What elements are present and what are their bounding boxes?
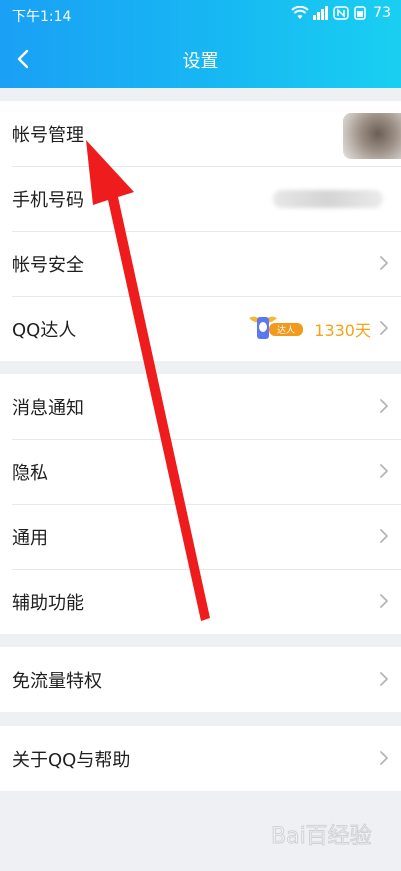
status-time: 下午1:14 xyxy=(12,9,72,25)
settings-item-label: 帐号安全 xyxy=(12,254,84,276)
status-bar: 下午1:14 73 xyxy=(0,0,401,30)
settings-item-about[interactable]: 关于QQ与帮助 xyxy=(0,726,401,791)
settings-item-security[interactable]: 帐号安全 xyxy=(0,231,401,296)
settings-item-account-manage[interactable]: 帐号管理 xyxy=(0,101,401,166)
qq-expert-days: 1330天 xyxy=(314,321,371,340)
avatar xyxy=(343,113,401,159)
settings-item-general[interactable]: 通用 xyxy=(0,504,401,569)
settings-item-label: 免流量特权 xyxy=(12,670,102,692)
chevron-right-icon xyxy=(380,594,388,608)
settings-item-label: 帐号管理 xyxy=(12,124,84,146)
battery-icon xyxy=(354,6,366,20)
qq-expert-badge-icon: 达人 xyxy=(249,316,303,339)
watermark-text: Bai百经验 xyxy=(271,824,372,849)
settings-item-notifications[interactable]: 消息通知 xyxy=(0,374,401,439)
settings-item-label: 通用 xyxy=(12,527,48,549)
settings-group-about: 关于QQ与帮助 xyxy=(0,726,401,791)
chevron-right-icon xyxy=(380,529,388,543)
header: 下午1:14 73 设置 xyxy=(0,0,401,88)
chevron-right-icon xyxy=(380,399,388,413)
phone-number-blurred xyxy=(273,190,383,208)
page-title: 设置 xyxy=(182,51,219,72)
settings-group-account: 帐号管理 手机号码 帐号安全 QQ达人 达人 1330天 xyxy=(0,101,401,361)
settings-item-label: 消息通知 xyxy=(12,397,84,419)
settings-group-general: 消息通知 隐私 通用 辅助功能 xyxy=(0,374,401,634)
settings-group-data: 免流量特权 xyxy=(0,647,401,712)
battery-level: 73 xyxy=(373,5,391,21)
chevron-right-icon xyxy=(380,672,388,686)
badge-label: 达人 xyxy=(277,324,295,336)
settings-item-label: 手机号码 xyxy=(12,189,84,211)
chevron-right-icon xyxy=(380,321,388,335)
wifi-icon xyxy=(291,6,309,19)
settings-item-phone[interactable]: 手机号码 xyxy=(0,166,401,231)
settings-item-free-data[interactable]: 免流量特权 xyxy=(0,647,401,712)
chevron-right-icon xyxy=(380,464,388,478)
signal-icon xyxy=(313,6,329,20)
nfc-icon xyxy=(333,6,349,20)
settings-item-label: QQ达人 xyxy=(12,319,77,341)
chevron-right-icon xyxy=(380,751,388,765)
watermark-logo: Bai百经验 xyxy=(271,824,373,850)
settings-item-privacy[interactable]: 隐私 xyxy=(0,439,401,504)
navbar: 设置 xyxy=(0,38,401,80)
status-icons: 73 xyxy=(291,5,391,21)
settings-item-label: 关于QQ与帮助 xyxy=(12,749,131,771)
settings-item-label: 隐私 xyxy=(12,462,48,484)
settings-item-accessibility[interactable]: 辅助功能 xyxy=(0,569,401,634)
settings-item-qq-expert[interactable]: QQ达人 达人 1330天 xyxy=(0,296,401,361)
settings-item-label: 辅助功能 xyxy=(12,592,84,614)
chevron-right-icon xyxy=(380,256,388,270)
